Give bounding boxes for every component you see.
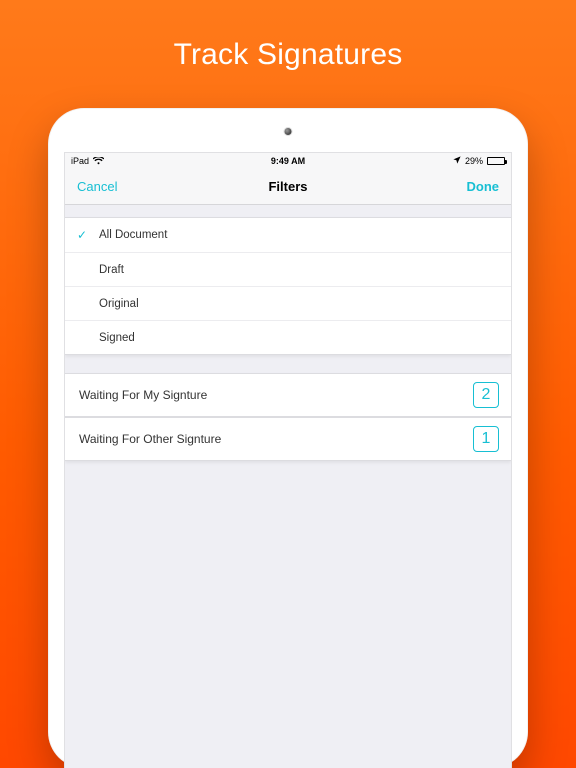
status-time: 9:49 AM bbox=[65, 156, 511, 166]
filter-label: Original bbox=[99, 298, 139, 310]
navbar-title: Filters bbox=[65, 179, 511, 194]
filter-row-signed[interactable]: Signed bbox=[65, 320, 511, 354]
location-icon bbox=[453, 156, 461, 166]
filter-row-draft[interactable]: Draft bbox=[65, 252, 511, 286]
wifi-icon bbox=[93, 157, 104, 165]
summary-waiting-other[interactable]: Waiting For Other Signture 1 bbox=[65, 417, 511, 461]
status-right: 29% bbox=[453, 156, 505, 166]
screen: iPad 9:49 AM 29% Can bbox=[64, 152, 512, 768]
navbar: Cancel Filters Done bbox=[65, 169, 511, 205]
filter-label: Signed bbox=[99, 332, 135, 344]
filter-label: Draft bbox=[99, 264, 124, 276]
filter-row-original[interactable]: Original bbox=[65, 286, 511, 320]
summary-label: Waiting For Other Signture bbox=[79, 432, 221, 446]
battery-icon bbox=[487, 157, 505, 165]
filter-row-all-document[interactable]: ✓ All Document bbox=[65, 218, 511, 252]
done-button[interactable]: Done bbox=[467, 179, 500, 194]
cancel-button[interactable]: Cancel bbox=[77, 179, 117, 194]
summary-label: Waiting For My Signture bbox=[79, 388, 207, 402]
carrier-label: iPad bbox=[71, 156, 89, 166]
summary-waiting-mine[interactable]: Waiting For My Signture 2 bbox=[65, 373, 511, 417]
tablet-frame: iPad 9:49 AM 29% Can bbox=[48, 108, 528, 768]
count-badge: 1 bbox=[473, 426, 499, 452]
promo-title: Track Signatures bbox=[0, 38, 576, 72]
filter-label: All Document bbox=[99, 229, 167, 241]
status-bar: iPad 9:49 AM 29% bbox=[65, 153, 511, 169]
count-badge: 2 bbox=[473, 382, 499, 408]
camera-dot bbox=[285, 128, 292, 135]
status-left: iPad bbox=[71, 156, 104, 166]
filter-group: ✓ All Document Draft Original Signed bbox=[65, 217, 511, 355]
battery-pct: 29% bbox=[465, 156, 483, 166]
promo-screen: Track Signatures iPad 9:49 AM 29% bbox=[0, 0, 576, 768]
check-icon: ✓ bbox=[77, 229, 87, 241]
